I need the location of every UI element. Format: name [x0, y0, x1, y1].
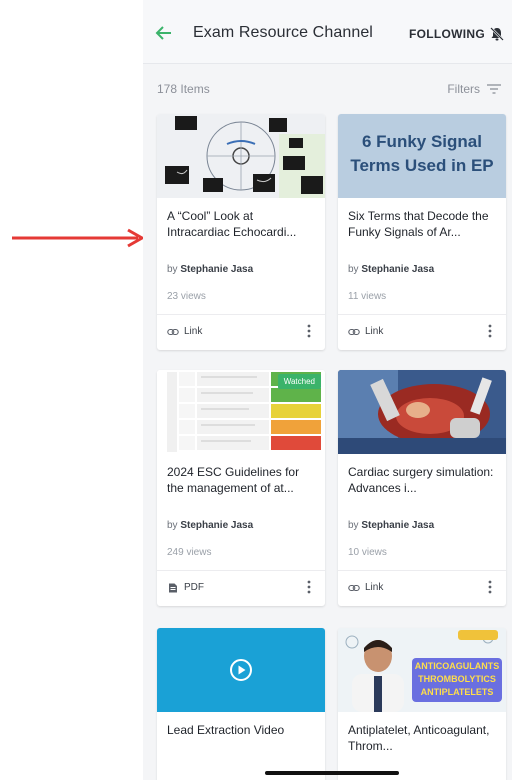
more-options-icon[interactable]: [307, 324, 311, 338]
back-arrow-icon[interactable]: [153, 22, 175, 44]
card-title: Lead Extraction Video: [167, 723, 285, 737]
signal-terms-thumbnail: 6 Funky Signal Terms Used in EP: [338, 114, 506, 198]
type-label: Link: [184, 326, 203, 337]
content-card[interactable]: 6 Funky Signal Terms Used in EP Six Term…: [338, 114, 506, 350]
pdf-file-icon: [169, 583, 177, 592]
list-toolbar: 178 Items Filters: [143, 64, 512, 112]
more-options-icon[interactable]: [488, 580, 492, 594]
card-title: Antiplatelet, Anticoagulant, Throm...: [348, 723, 490, 753]
video-thumbnail: [157, 628, 325, 712]
author-name: Stephanie Jasa: [180, 520, 254, 531]
phone-screen: Exam Resource Channel FOLLOWING 178 Item…: [143, 0, 512, 780]
author-name: Stephanie Jasa: [361, 520, 435, 531]
ice-thumbnail: [157, 114, 325, 198]
card-author: by Stephanie Jasa: [348, 264, 434, 275]
content-card[interactable]: Cardiac surgery simulation: Advances i..…: [338, 370, 506, 606]
card-divider: [338, 570, 506, 571]
card-type: Link: [167, 326, 202, 337]
author-prefix: by: [167, 264, 178, 275]
card-views: 11 views: [348, 291, 387, 302]
card-divider: [157, 570, 325, 571]
screenshot-stage: Exam Resource Channel FOLLOWING 178 Item…: [0, 0, 512, 780]
play-circle-icon[interactable]: [229, 658, 253, 682]
card-author: by Stephanie Jasa: [348, 520, 434, 531]
thumbnail-text: 6 Funky Signal Terms Used in EP: [350, 132, 494, 175]
filters-button[interactable]: Filters: [447, 82, 502, 96]
link-icon: [167, 328, 179, 335]
author-prefix: by: [348, 264, 359, 275]
content-card[interactable]: ANTICOAGULANTS THROMBOLYTICS ANTIPLATELE…: [338, 628, 506, 780]
home-indicator[interactable]: [265, 771, 399, 775]
card-title: Cardiac surgery simulation: Advances i..…: [348, 465, 494, 495]
items-count: 178 Items: [157, 82, 210, 96]
card-author: by Stephanie Jasa: [167, 264, 253, 275]
card-type: PDF: [167, 582, 204, 593]
card-views: 23 views: [167, 291, 206, 302]
anticoagulants-thumbnail: ANTICOAGULANTS THROMBOLYTICS ANTIPLATELE…: [338, 628, 506, 712]
content-card[interactable]: Watched 2024 ESC Guidelines for the mana…: [157, 370, 325, 606]
page-title: Exam Resource Channel: [193, 24, 373, 41]
card-divider: [157, 314, 325, 315]
content-card[interactable]: A “Cool” Look at Intracardiac Echocardi.…: [157, 114, 325, 350]
card-author: by Stephanie Jasa: [167, 520, 253, 531]
channel-header: Exam Resource Channel FOLLOWING: [143, 0, 512, 64]
author-name: Stephanie Jasa: [361, 264, 435, 275]
card-title: A “Cool” Look at Intracardiac Echocardi.…: [167, 209, 297, 239]
type-label: Link: [365, 326, 384, 337]
more-options-icon[interactable]: [307, 580, 311, 594]
following-button[interactable]: FOLLOWING: [409, 27, 485, 41]
filter-icon: [487, 84, 501, 94]
card-type: Link: [348, 326, 383, 337]
content-card[interactable]: Lead Extraction Video: [157, 628, 325, 780]
filters-label: Filters: [447, 82, 480, 96]
bell-muted-icon[interactable]: [489, 26, 505, 42]
more-options-icon[interactable]: [488, 324, 492, 338]
type-label: Link: [365, 582, 384, 593]
link-icon: [348, 328, 360, 335]
thumbnail-text: ANTICOAGULANTS THROMBOLYTICS ANTIPLATELE…: [414, 661, 500, 697]
card-views: 10 views: [348, 547, 387, 558]
guidelines-thumbnail: Watched: [157, 370, 325, 454]
card-divider: [338, 314, 506, 315]
card-views: 249 views: [167, 547, 212, 558]
link-icon: [348, 584, 360, 591]
card-title: 2024 ESC Guidelines for the management o…: [167, 465, 300, 495]
red-arrow-annotation: [12, 228, 146, 248]
surgery-thumbnail: [338, 370, 506, 454]
type-label: PDF: [184, 582, 204, 593]
author-prefix: by: [348, 520, 359, 531]
watched-badge: Watched: [277, 374, 321, 389]
author-prefix: by: [167, 520, 178, 531]
card-type: Link: [348, 582, 383, 593]
card-title: Six Terms that Decode the Funky Signals …: [348, 209, 489, 239]
author-name: Stephanie Jasa: [180, 264, 254, 275]
